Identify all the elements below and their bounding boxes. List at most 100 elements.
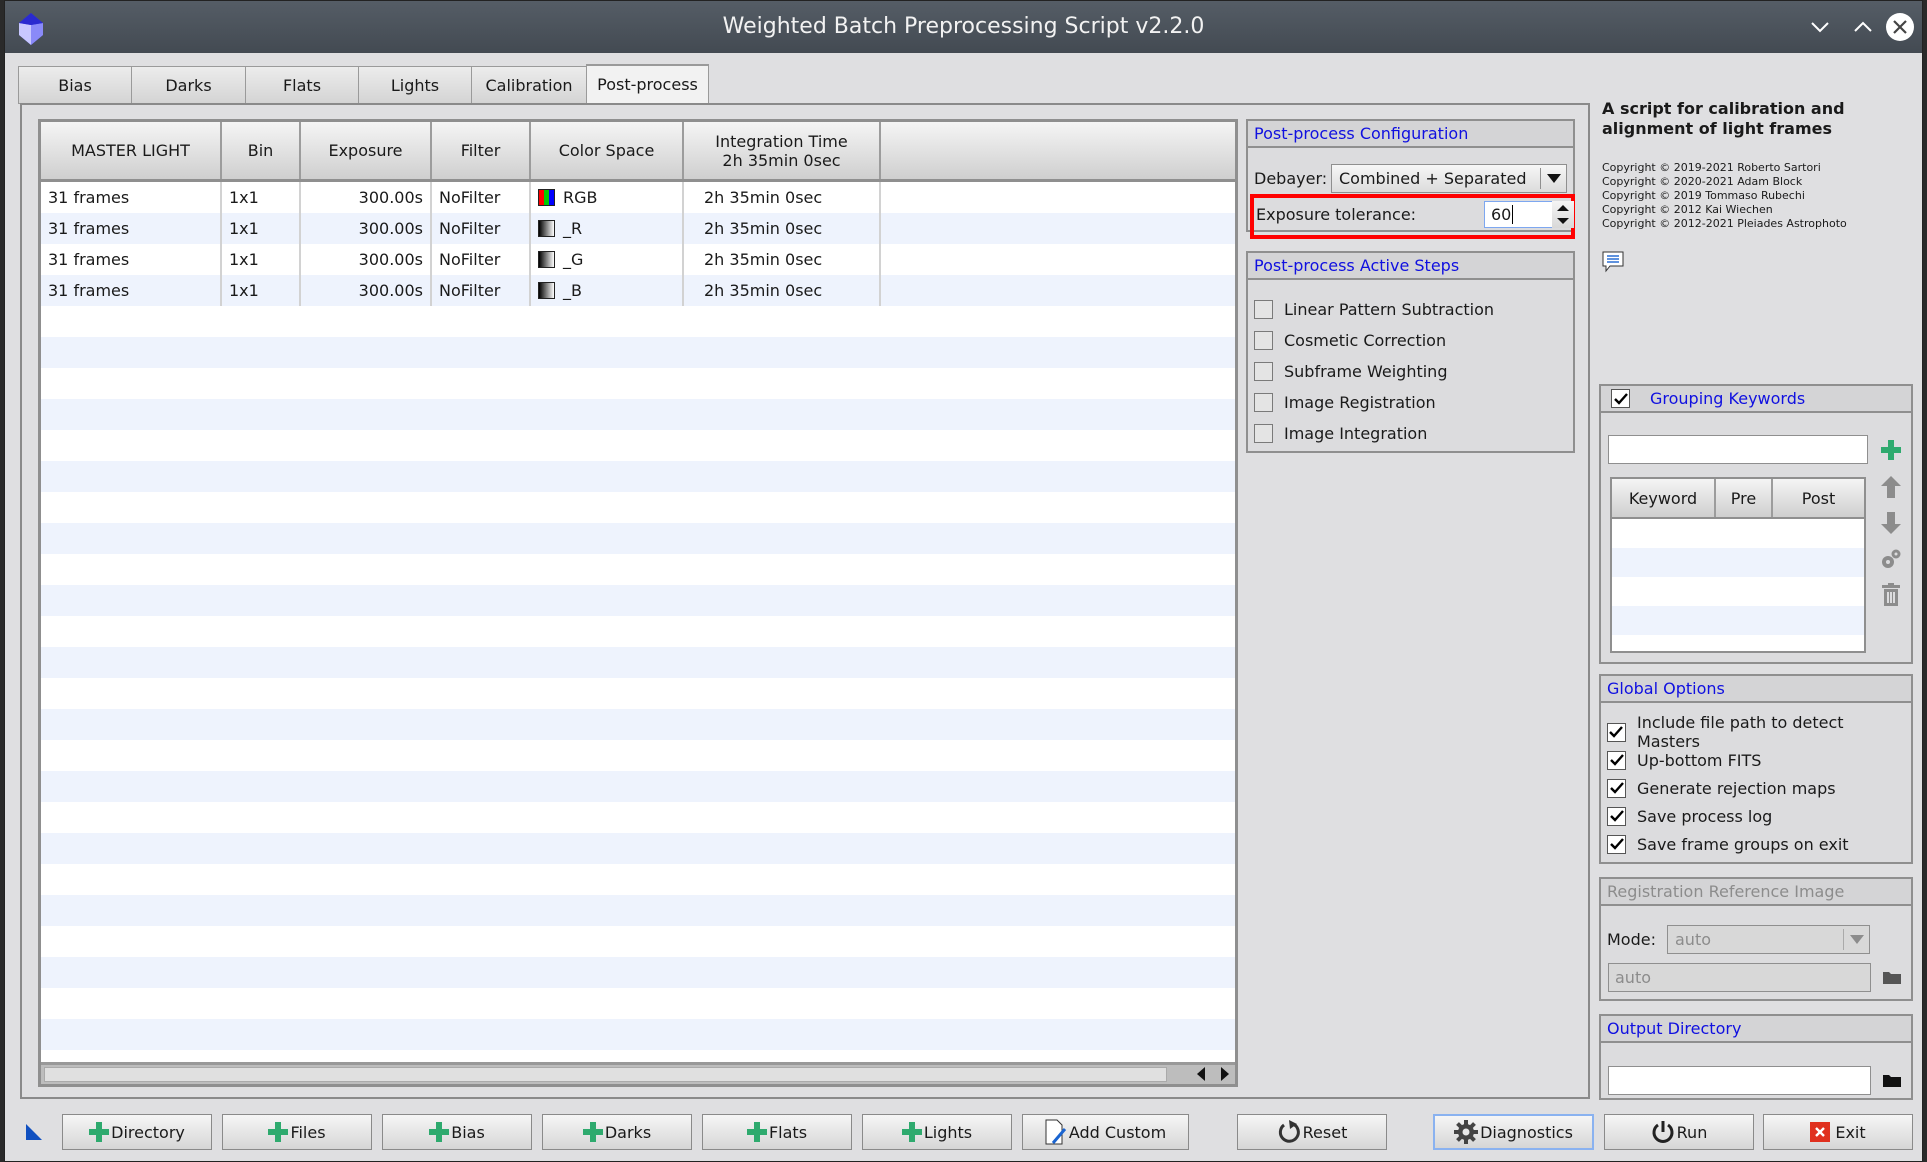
cell-frames: 31 frames [41,244,222,275]
column-header-pre[interactable]: Pre [1716,479,1773,517]
table-row[interactable]: 31 frames 1x1 300.00s NoFilter _G 2h 35min 0s… [41,244,1235,275]
delete-keyword-button[interactable] [1879,582,1903,608]
scrollbar-track[interactable] [44,1067,1167,1082]
checkbox-box[interactable] [1607,778,1626,798]
browse-output-button[interactable] [1881,1070,1903,1090]
checkbox-save-frame-groups[interactable]: Save frame groups on exit [1607,832,1849,856]
diagnostics-button[interactable]: Diagnostics [1433,1114,1594,1150]
column-header-integration-time[interactable]: Integration Time 2h 35min 0sec [684,122,881,179]
mode-label: Mode: [1607,930,1656,949]
maximize-button[interactable] [1847,11,1879,43]
cell-empty [881,213,1235,244]
checkbox-box[interactable] [1607,722,1626,742]
grouping-keywords-checkbox[interactable] [1611,389,1630,408]
add-custom-button[interactable]: Add Custom [1022,1114,1189,1150]
checkbox-box[interactable] [1254,330,1273,350]
scroll-right-button[interactable] [1215,1066,1235,1082]
table-row-empty [41,678,1235,709]
table-row[interactable]: 31 frames 1x1 300.00s NoFilter _R 2h 35min 0s… [41,213,1235,244]
keyword-settings-button[interactable] [1879,546,1903,572]
checkbox-cosmetic-correction[interactable]: Cosmetic Correction [1254,328,1446,352]
cell-bin: 1x1 [222,182,301,213]
table-row[interactable]: 31 frames 1x1 300.00s NoFilter RGB 2h 35min 0… [41,182,1235,213]
exit-button[interactable]: Exit [1763,1114,1913,1150]
cell-integration-time: 2h 35min 0sec [684,182,881,213]
checkbox-save-process-log[interactable]: Save process log [1607,804,1772,828]
add-darks-button[interactable]: Darks [542,1114,692,1150]
expand-toggle[interactable] [25,1123,43,1141]
table-row[interactable]: 31 frames 1x1 300.00s NoFilter _B 2h 35min 0s… [41,275,1235,306]
tab-calibration[interactable]: Calibration [471,66,586,104]
tab-bias[interactable]: Bias [18,66,131,104]
checkbox-box[interactable] [1607,806,1626,826]
add-lights-button[interactable]: Lights [862,1114,1012,1150]
browse-reference-button[interactable] [1881,967,1903,987]
column-header-post[interactable]: Post [1773,479,1864,517]
info-message-button[interactable] [1602,251,1626,273]
add-flats-button[interactable]: Flats [702,1114,852,1150]
chevron-down-icon [1843,929,1869,950]
rgb-icon [538,189,555,206]
column-header-filter[interactable]: Filter [432,122,531,179]
add-bias-button[interactable]: Bias [382,1114,532,1150]
checkbox-up-bottom-fits[interactable]: Up-bottom FITS [1607,748,1761,772]
table-row-empty [41,988,1235,1019]
checkbox-box[interactable] [1254,423,1273,443]
column-header-bin[interactable]: Bin [222,122,301,179]
corner-triangle-icon [26,1124,42,1140]
checkbox-generate-rejection-maps[interactable]: Generate rejection maps [1607,776,1836,800]
tab-lights[interactable]: Lights [358,66,471,104]
checkbox-image-integration[interactable]: Image Integration [1254,421,1427,445]
checkbox-linear-pattern-subtraction[interactable]: Linear Pattern Subtraction [1254,297,1494,321]
tab-flats[interactable]: Flats [245,66,358,104]
keyword-table[interactable]: Keyword Pre Post [1610,477,1866,653]
checkbox-image-registration[interactable]: Image Registration [1254,390,1436,414]
reset-button[interactable]: Reset [1237,1114,1387,1150]
cell-exposure: 300.00s [301,275,432,306]
exposure-tolerance-input[interactable]: 60 [1484,201,1554,228]
tab-post-process[interactable]: Post-process [586,64,709,104]
checkmark-icon [1609,726,1624,738]
run-button[interactable]: Run [1604,1114,1754,1150]
column-header-exposure[interactable]: Exposure [301,122,432,179]
tab-darks[interactable]: Darks [131,66,245,104]
checkbox-box[interactable] [1607,750,1626,770]
table-row-empty [41,864,1235,895]
checkmark-icon [1609,810,1624,822]
horizontal-scrollbar[interactable] [41,1062,1235,1084]
output-directory-input[interactable] [1608,1066,1871,1095]
table-row [1612,519,1864,548]
minimize-button[interactable] [1804,11,1836,43]
scroll-left-button[interactable] [1191,1066,1211,1082]
move-down-button[interactable] [1879,510,1903,536]
column-header-master-light[interactable]: MASTER LIGHT [41,122,222,179]
table-row-empty [41,585,1235,616]
move-up-button[interactable] [1879,474,1903,500]
checkbox-box[interactable] [1254,299,1273,319]
checkbox-box[interactable] [1607,834,1626,854]
cell-exposure: 300.00s [301,244,432,275]
add-files-button[interactable]: Files [222,1114,372,1150]
column-header-color-space[interactable]: Color Space [531,122,684,179]
reference-image-path-input[interactable]: auto [1608,963,1871,992]
exposure-tolerance-stepper[interactable] [1552,201,1574,228]
checkbox-box[interactable] [1254,361,1273,381]
add-directory-button[interactable]: Directory [62,1114,212,1150]
checkbox-include-file-path[interactable]: Include file path to detect Masters [1607,713,1911,751]
column-header-keyword[interactable]: Keyword [1612,479,1716,517]
add-keyword-button[interactable] [1879,438,1903,462]
chevron-down-icon [1540,168,1566,189]
close-red-icon [1810,1122,1831,1142]
mode-dropdown[interactable]: auto [1667,925,1870,954]
checkbox-subframe-weighting[interactable]: Subframe Weighting [1254,359,1447,383]
table-row-empty [41,771,1235,802]
checkbox-box[interactable] [1254,392,1273,412]
table-body: 31 frames 1x1 300.00s NoFilter RGB 2h 35min 0… [41,182,1235,1084]
master-light-table[interactable]: MASTER LIGHT Bin Exposure Filter Color S… [38,119,1238,1087]
post-process-pane: MASTER LIGHT Bin Exposure Filter Color S… [20,103,1590,1099]
debayer-dropdown[interactable]: Combined + Separated [1331,164,1567,193]
arrow-right-icon [1221,1067,1229,1081]
close-button[interactable] [1884,11,1916,43]
keyword-input[interactable] [1608,435,1868,464]
gears-icon [1882,549,1901,568]
